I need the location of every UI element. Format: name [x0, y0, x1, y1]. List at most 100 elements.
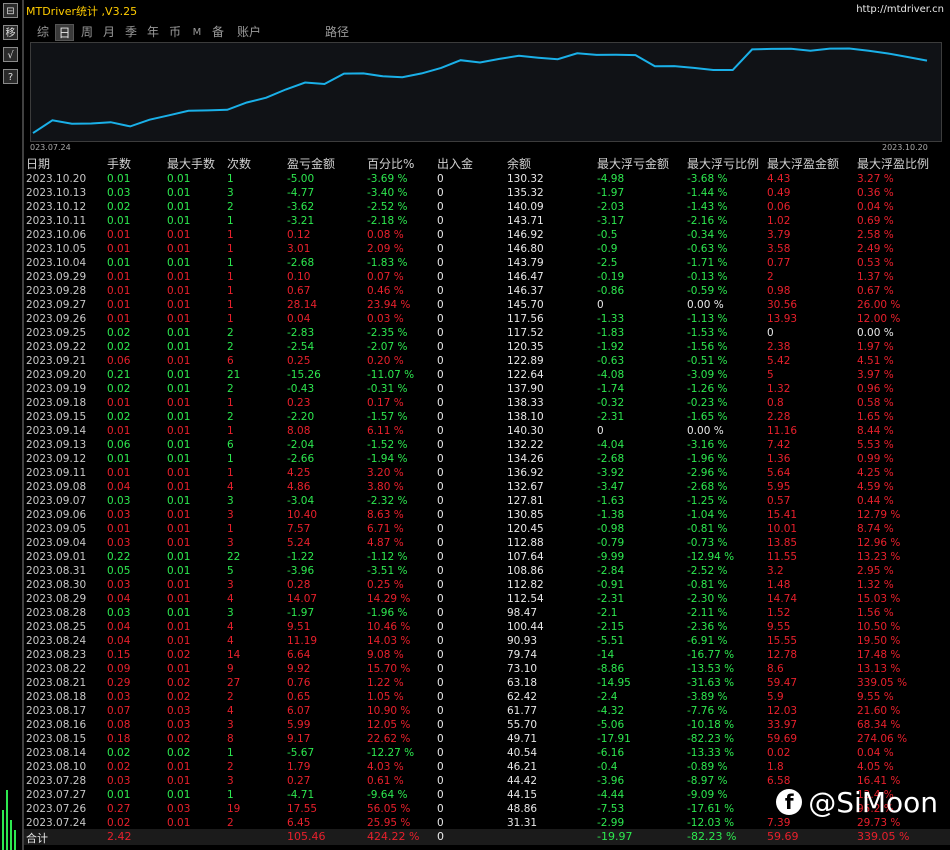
cell-max-float-loss-pct: -7.76 %: [687, 705, 728, 717]
table-row[interactable]: 2023.09.25 0.02 0.01 2 -2.83 -2.35 % 0 117.52 -1…: [24, 326, 950, 340]
table-row[interactable]: 2023.09.22 0.02 0.01 2 -2.54 -2.07 % 0 120.35 -1…: [24, 340, 950, 354]
table-row[interactable]: 2023.08.25 0.04 0.01 4 9.51 10.46 % 0 100.44 -2.…: [24, 620, 950, 634]
check-button[interactable]: √: [3, 47, 18, 62]
table-row[interactable]: 2023.08.15 0.18 0.02 8 9.17 22.62 % 0 49.71 -17.…: [24, 732, 950, 746]
table-row[interactable]: 2023.09.04 0.03 0.01 3 5.24 4.87 % 0 112.88 -0.7…: [24, 536, 950, 550]
cell-profit: 8.08: [287, 425, 311, 437]
cell-count: 2: [227, 691, 234, 703]
cell-count: 4: [227, 621, 234, 633]
cell-profit: -4.77: [287, 187, 315, 199]
table-row[interactable]: 2023.08.21 0.29 0.02 27 0.76 1.22 % 0 63.18 -14.…: [24, 676, 950, 690]
table-row[interactable]: 2023.09.07 0.03 0.01 3 -3.04 -2.32 % 0 127.81 -1…: [24, 494, 950, 508]
table-row[interactable]: 2023.09.11 0.01 0.01 1 4.25 3.20 % 0 136.92 -3.9…: [24, 466, 950, 480]
totals-profit: 105.46: [287, 830, 326, 843]
col-balance[interactable]: 余额: [507, 155, 531, 172]
col-max-float-loss-pct[interactable]: 最大浮亏比例: [687, 155, 759, 172]
col-cash[interactable]: 出入金: [437, 155, 473, 172]
cell-date: 2023.07.24: [26, 817, 87, 829]
table-row[interactable]: 2023.08.17 0.07 0.03 4 6.07 10.90 % 0 61.77 -4.3…: [24, 704, 950, 718]
table-row[interactable]: 2023.09.05 0.01 0.01 1 7.57 6.71 % 0 120.45 -0.9…: [24, 522, 950, 536]
col-lots[interactable]: 手数: [107, 155, 131, 172]
col-count[interactable]: 次数: [227, 155, 251, 172]
table-row[interactable]: 2023.09.13 0.06 0.01 6 -2.04 -1.52 % 0 132.22 -4…: [24, 438, 950, 452]
table-row[interactable]: 2023.09.21 0.06 0.01 6 0.25 0.20 % 0 122.89 -0.6…: [24, 354, 950, 368]
tab-month[interactable]: 月: [100, 24, 118, 41]
table-row[interactable]: 2023.09.08 0.04 0.01 4 4.86 3.80 % 0 132.67 -3.4…: [24, 480, 950, 494]
cell-count: 1: [227, 243, 234, 255]
tab-path[interactable]: 路径: [322, 24, 352, 41]
cell-max-float-profit-pct: 1.97 %: [857, 341, 894, 353]
cell-profit: -2.68: [287, 257, 315, 269]
cell-max-float-loss: -17.91: [597, 733, 631, 745]
cell-balance: 146.47: [507, 271, 544, 283]
collapse-button[interactable]: ⊟: [3, 3, 18, 18]
tab-currency[interactable]: 币: [166, 24, 184, 41]
move-button[interactable]: 移: [3, 25, 18, 40]
table-row[interactable]: 2023.09.15 0.02 0.01 2 -2.20 -1.57 % 0 138.10 -2…: [24, 410, 950, 424]
tab-day[interactable]: 日: [55, 24, 74, 41]
table-row[interactable]: 2023.08.18 0.03 0.02 2 0.65 1.05 % 0 62.42 -2.4 -…: [24, 690, 950, 704]
table-row[interactable]: 2023.10.06 0.01 0.01 1 0.12 0.08 % 0 146.92 -0.5…: [24, 228, 950, 242]
table-row[interactable]: 2023.09.27 0.01 0.01 1 28.14 23.94 % 0 145.70 0 0…: [24, 298, 950, 312]
col-max-lots[interactable]: 最大手数: [167, 155, 215, 172]
table-row[interactable]: 2023.08.28 0.03 0.01 3 -1.97 -1.96 % 0 98.47 -2.…: [24, 606, 950, 620]
col-max-float-loss[interactable]: 最大浮亏金额: [597, 155, 669, 172]
cell-date: 2023.09.28: [26, 285, 87, 297]
cell-lots: 0.04: [107, 621, 131, 633]
tab-account[interactable]: 账户: [234, 24, 264, 41]
table-row[interactable]: 2023.09.06 0.03 0.01 3 10.40 8.63 % 0 130.85 -1.…: [24, 508, 950, 522]
cell-cash: 0: [437, 439, 444, 451]
table-row[interactable]: 2023.10.11 0.01 0.01 1 -3.21 -2.18 % 0 143.71 -3…: [24, 214, 950, 228]
table-row[interactable]: 2023.09.26 0.01 0.01 1 0.04 0.03 % 0 117.56 -1.3…: [24, 312, 950, 326]
table-row[interactable]: 2023.09.18 0.01 0.01 1 0.23 0.17 % 0 138.33 -0.3…: [24, 396, 950, 410]
col-max-float-profit[interactable]: 最大浮盈金额: [767, 155, 839, 172]
table-row[interactable]: 2023.08.23 0.15 0.02 14 6.64 9.08 % 0 79.74 -14 -…: [24, 648, 950, 662]
cell-max-float-profit-pct: 1.56 %: [857, 607, 894, 619]
tab-notes[interactable]: 备: [209, 24, 227, 41]
tab-magic[interactable]: M: [190, 24, 204, 41]
table-row[interactable]: 2023.09.28 0.01 0.01 1 0.67 0.46 % 0 146.37 -0.8…: [24, 284, 950, 298]
col-date[interactable]: 日期: [26, 155, 50, 172]
table-row[interactable]: 2023.08.29 0.04 0.01 4 14.07 14.29 % 0 112.54 -2…: [24, 592, 950, 606]
table-row[interactable]: 2023.10.04 0.01 0.01 1 -2.68 -1.83 % 0 143.79 -2…: [24, 256, 950, 270]
tab-year[interactable]: 年: [144, 24, 162, 41]
table-row[interactable]: 2023.09.14 0.01 0.01 1 8.08 6.11 % 0 140.30 0 0.0…: [24, 424, 950, 438]
table-row[interactable]: 2023.09.19 0.02 0.01 2 -0.43 -0.31 % 0 137.90 -1…: [24, 382, 950, 396]
table-row[interactable]: 2023.08.30 0.03 0.01 3 0.28 0.25 % 0 112.82 -0.9…: [24, 578, 950, 592]
cell-date: 2023.08.22: [26, 663, 87, 675]
table-row[interactable]: 2023.08.14 0.02 0.02 1 -5.67 -12.27 % 0 40.54 -6…: [24, 746, 950, 760]
table-row[interactable]: 2023.08.10 0.02 0.01 2 1.79 4.03 % 0 46.21 -0.4 -…: [24, 760, 950, 774]
period-tabs: 综 日 周 月 季 年 币 M 备 账户 路径: [24, 22, 950, 42]
col-profit[interactable]: 盈亏金额: [287, 155, 335, 172]
cell-count: 1: [227, 257, 234, 269]
table-row[interactable]: 2023.08.22 0.09 0.01 9 9.92 15.70 % 0 73.10 -8.8…: [24, 662, 950, 676]
cell-max-float-profit-pct: 13.13 %: [857, 663, 901, 675]
cell-max-float-profit-pct: 3.27 %: [857, 173, 894, 185]
table-row[interactable]: 2023.10.13 0.03 0.01 3 -4.77 -3.40 % 0 135.32 -1…: [24, 186, 950, 200]
tab-quarter[interactable]: 季: [122, 24, 140, 41]
cell-cash: 0: [437, 355, 444, 367]
cell-max-float-profit-pct: 4.59 %: [857, 481, 894, 493]
cell-balance: 145.70: [507, 299, 544, 311]
table-row[interactable]: 2023.09.29 0.01 0.01 1 0.10 0.07 % 0 146.47 -0.1…: [24, 270, 950, 284]
table-row[interactable]: 2023.09.01 0.22 0.01 22 -1.22 -1.12 % 0 107.64 -…: [24, 550, 950, 564]
tab-overview[interactable]: 综: [34, 24, 52, 41]
help-button[interactable]: ?: [3, 69, 18, 84]
table-row[interactable]: 2023.09.20 0.21 0.01 21 -15.26 -11.07 % 0 122.6…: [24, 368, 950, 382]
table-row[interactable]: 2023.10.12 0.02 0.01 2 -3.62 -2.52 % 0 140.09 -2…: [24, 200, 950, 214]
cell-lots: 0.02: [107, 747, 131, 759]
table-row[interactable]: 2023.09.12 0.01 0.01 1 -2.66 -1.94 % 0 134.26 -2…: [24, 452, 950, 466]
tab-week[interactable]: 周: [78, 24, 96, 41]
col-percent[interactable]: 百分比%: [367, 155, 414, 172]
table-row[interactable]: 2023.08.24 0.04 0.01 4 11.19 14.03 % 0 90.93 -5.…: [24, 634, 950, 648]
cell-balance: 146.37: [507, 285, 544, 297]
table-row[interactable]: 2023.08.31 0.05 0.01 5 -3.96 -3.51 % 0 108.86 -2…: [24, 564, 950, 578]
cell-lots: 0.09: [107, 663, 131, 675]
cell-max-float-loss: -1.63: [597, 495, 625, 507]
table-row[interactable]: 2023.08.16 0.08 0.03 3 5.99 12.05 % 0 55.70 -5.0…: [24, 718, 950, 732]
table-row[interactable]: 2023.10.20 0.01 0.01 1 -5.00 -3.69 % 0 130.32 -4…: [24, 172, 950, 186]
col-max-float-profit-pct[interactable]: 最大浮盈比例: [857, 155, 929, 172]
cell-cash: 0: [437, 803, 444, 815]
site-link[interactable]: http://mtdriver.cn: [856, 4, 944, 15]
table-row[interactable]: 2023.10.05 0.01 0.01 1 3.01 2.09 % 0 146.80 -0.9…: [24, 242, 950, 256]
